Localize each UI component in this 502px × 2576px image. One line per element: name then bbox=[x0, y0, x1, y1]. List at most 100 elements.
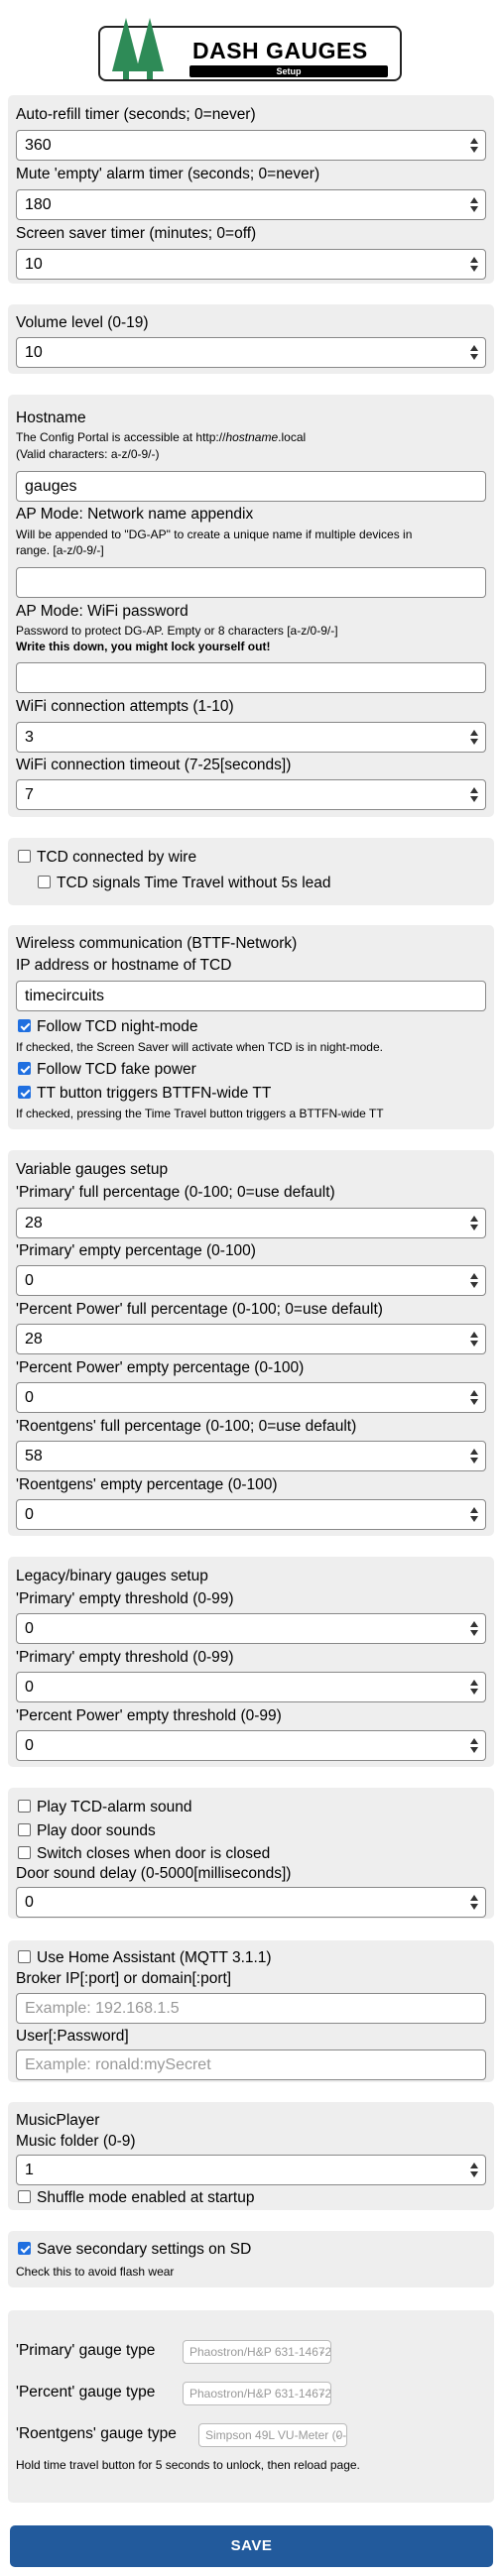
tcd-no5s-checkbox[interactable]: TCD signals Time Travel without 5s lead bbox=[38, 875, 331, 892]
spinner-icon[interactable] bbox=[470, 1448, 479, 1464]
tcd-wired-checkbox[interactable]: TCD connected by wire bbox=[18, 849, 196, 867]
spinner-icon[interactable] bbox=[470, 1215, 479, 1231]
music-folder-input[interactable]: 1 bbox=[16, 2155, 486, 2185]
checkbox-icon[interactable] bbox=[18, 1800, 31, 1813]
nightmode-checkbox[interactable]: Follow TCD night-mode bbox=[18, 1018, 198, 1036]
logo-subtitle: Setup bbox=[189, 65, 388, 77]
spinner-icon[interactable] bbox=[470, 256, 479, 273]
spinner-icon[interactable] bbox=[470, 786, 479, 803]
door-delay-input[interactable]: 0 bbox=[16, 1887, 486, 1918]
legacy-percent-input[interactable]: 0 bbox=[16, 1730, 486, 1761]
screensaver-input[interactable]: 10 bbox=[16, 249, 486, 280]
percent-empty-input[interactable]: 0 bbox=[16, 1382, 486, 1413]
legacy-primary-input[interactable]: 0 bbox=[16, 1613, 486, 1644]
mqtt-user-input[interactable]: Example: ronald:mySecret bbox=[16, 2049, 486, 2080]
spinner-icon[interactable] bbox=[470, 1506, 479, 1523]
spinner-icon[interactable] bbox=[470, 137, 479, 154]
hostname-chars-note: (Valid characters: a-z/0-9/-) bbox=[16, 447, 160, 461]
fakepower-checkbox[interactable]: Follow TCD fake power bbox=[18, 1061, 196, 1079]
wifi-attempts-input[interactable]: 3 bbox=[16, 722, 486, 753]
checkbox-icon[interactable] bbox=[18, 1846, 31, 1859]
ap-password-input[interactable] bbox=[16, 662, 486, 693]
percent-full-input[interactable]: 28 bbox=[16, 1324, 486, 1354]
roentgens-type-select[interactable]: Simpson 49L VU-Meter (0-1.6V)⌄ bbox=[198, 2423, 347, 2447]
spinner-icon[interactable] bbox=[470, 729, 479, 746]
percent-type-select[interactable]: Phaostron/H&P 631-14672 (0-0.5V)⌄ bbox=[183, 2382, 331, 2405]
bttfn-section: Wireless communication (BTTF-Network) IP… bbox=[8, 925, 494, 1129]
save-button[interactable]: SAVE bbox=[10, 2525, 493, 2567]
switch-closes-checkbox[interactable]: Switch closes when door is closed bbox=[18, 1845, 270, 1863]
spinner-icon[interactable] bbox=[470, 2162, 479, 2178]
timers-section: Auto-refill timer (seconds; 0=never) 360… bbox=[8, 95, 494, 284]
variable-heading: Variable gauges setup bbox=[16, 1161, 169, 1178]
checkbox-checked-icon[interactable] bbox=[18, 1019, 31, 1032]
alarm-sound-checkbox[interactable]: Play TCD-alarm sound bbox=[18, 1799, 192, 1816]
chevron-down-icon: ⌄ bbox=[317, 2346, 326, 2357]
ttbutton-checkbox[interactable]: TT button triggers BTTFN-wide TT bbox=[18, 1085, 271, 1103]
autorefill-label: Auto-refill timer (seconds; 0=never) bbox=[16, 106, 256, 123]
sd-save-checkbox[interactable]: Save secondary settings on SD bbox=[18, 2241, 251, 2259]
ap-password-warning: Write this down, you might lock yourself… bbox=[16, 640, 271, 653]
shuffle-checkbox[interactable]: Shuffle mode enabled at startup bbox=[18, 2189, 254, 2207]
percent-full-label: 'Percent Power' full percentage (0-100; … bbox=[16, 1301, 383, 1318]
spinner-icon[interactable] bbox=[470, 1737, 479, 1754]
legacy-heading: Legacy/binary gauges setup bbox=[16, 1568, 208, 1584]
primary-empty-label: 'Primary' empty percentage (0-100) bbox=[16, 1242, 256, 1259]
spinner-icon[interactable] bbox=[470, 344, 479, 361]
primary-type-select[interactable]: Phaostron/H&P 631-14672 (0-0.5V)⌄ bbox=[183, 2340, 331, 2364]
bttfn-heading: Wireless communication (BTTF-Network) bbox=[16, 935, 298, 952]
primary-type-label: 'Primary' gauge type bbox=[16, 2342, 156, 2359]
checkbox-checked-icon[interactable] bbox=[18, 1086, 31, 1099]
spinner-icon[interactable] bbox=[470, 1679, 479, 1696]
door-delay-label: Door sound delay (0-5000[milliseconds]) bbox=[16, 1865, 292, 1882]
screensaver-label: Screen saver timer (minutes; 0=off) bbox=[16, 225, 257, 242]
primary-full-input[interactable]: 28 bbox=[16, 1208, 486, 1238]
ap-password-label: AP Mode: WiFi password bbox=[16, 603, 188, 620]
tcd-ip-input[interactable]: timecircuits bbox=[16, 981, 486, 1011]
percent-type-label: 'Percent' gauge type bbox=[16, 2384, 156, 2400]
door-sound-checkbox[interactable]: Play door sounds bbox=[18, 1822, 156, 1840]
checkbox-icon[interactable] bbox=[18, 1950, 31, 1963]
roentgens-full-label: 'Roentgens' full percentage (0-100; 0=us… bbox=[16, 1418, 357, 1435]
ap-name-note: Will be appended to "DG-AP" to create a … bbox=[16, 527, 413, 541]
logo-title: DASH GAUGES bbox=[192, 38, 368, 63]
spinner-icon[interactable] bbox=[470, 196, 479, 213]
sd-note: Check this to avoid flash wear bbox=[16, 2265, 175, 2279]
spinner-icon[interactable] bbox=[470, 1272, 479, 1289]
mqtt-checkbox[interactable]: Use Home Assistant (MQTT 3.1.1) bbox=[18, 1949, 272, 1967]
hostname-input[interactable]: gauges bbox=[16, 471, 486, 502]
hostname-label: Hostname bbox=[16, 410, 86, 426]
ttbutton-note: If checked, pressing the Time Travel but… bbox=[16, 1107, 384, 1120]
roentgens-empty-input[interactable]: 0 bbox=[16, 1499, 486, 1530]
music-section: MusicPlayer Music folder (0-9) 1 Shuffle… bbox=[8, 2102, 494, 2210]
primary-empty-input[interactable]: 0 bbox=[16, 1265, 486, 1296]
checkbox-checked-icon[interactable] bbox=[18, 2242, 31, 2255]
volume-input[interactable]: 10 bbox=[16, 337, 486, 368]
tcd-wire-section: TCD connected by wire TCD signals Time T… bbox=[8, 838, 494, 905]
gauge-types-section: 'Primary' gauge type Phaostron/H&P 631-1… bbox=[8, 2310, 494, 2503]
legacy-primary-2-input[interactable]: 0 bbox=[16, 1672, 486, 1702]
sound-section: Play TCD-alarm sound Play door sounds Sw… bbox=[8, 1788, 494, 1919]
checkbox-checked-icon[interactable] bbox=[18, 1062, 31, 1075]
wifi-attempts-label: WiFi connection attempts (1-10) bbox=[16, 698, 234, 715]
mute-input[interactable]: 180 bbox=[16, 189, 486, 220]
checkbox-icon[interactable] bbox=[18, 850, 31, 863]
ap-name-input[interactable] bbox=[16, 567, 486, 598]
broker-input[interactable]: Example: 192.168.1.5 bbox=[16, 1993, 486, 2024]
ap-name-note-2: range. [a-z/0-9/-] bbox=[16, 543, 104, 557]
spinner-icon[interactable] bbox=[470, 1620, 479, 1637]
music-folder-label: Music folder (0-9) bbox=[16, 2133, 136, 2150]
network-section: Hostname The Config Portal is accessible… bbox=[8, 395, 494, 817]
spinner-icon[interactable] bbox=[470, 1389, 479, 1406]
legacy-gauges-section: Legacy/binary gauges setup 'Primary' emp… bbox=[8, 1557, 494, 1767]
ap-password-note: Password to protect DG-AP. Empty or 8 ch… bbox=[16, 624, 338, 638]
spinner-icon[interactable] bbox=[470, 1331, 479, 1347]
checkbox-icon[interactable] bbox=[38, 876, 51, 888]
wifi-timeout-input[interactable]: 7 bbox=[16, 779, 486, 810]
autorefill-input[interactable]: 360 bbox=[16, 130, 486, 161]
checkbox-icon[interactable] bbox=[18, 2190, 31, 2203]
spinner-icon[interactable] bbox=[470, 1894, 479, 1911]
roentgens-full-input[interactable]: 58 bbox=[16, 1441, 486, 1471]
checkbox-icon[interactable] bbox=[18, 1823, 31, 1836]
legacy-primary-2-label: 'Primary' empty threshold (0-99) bbox=[16, 1649, 234, 1666]
